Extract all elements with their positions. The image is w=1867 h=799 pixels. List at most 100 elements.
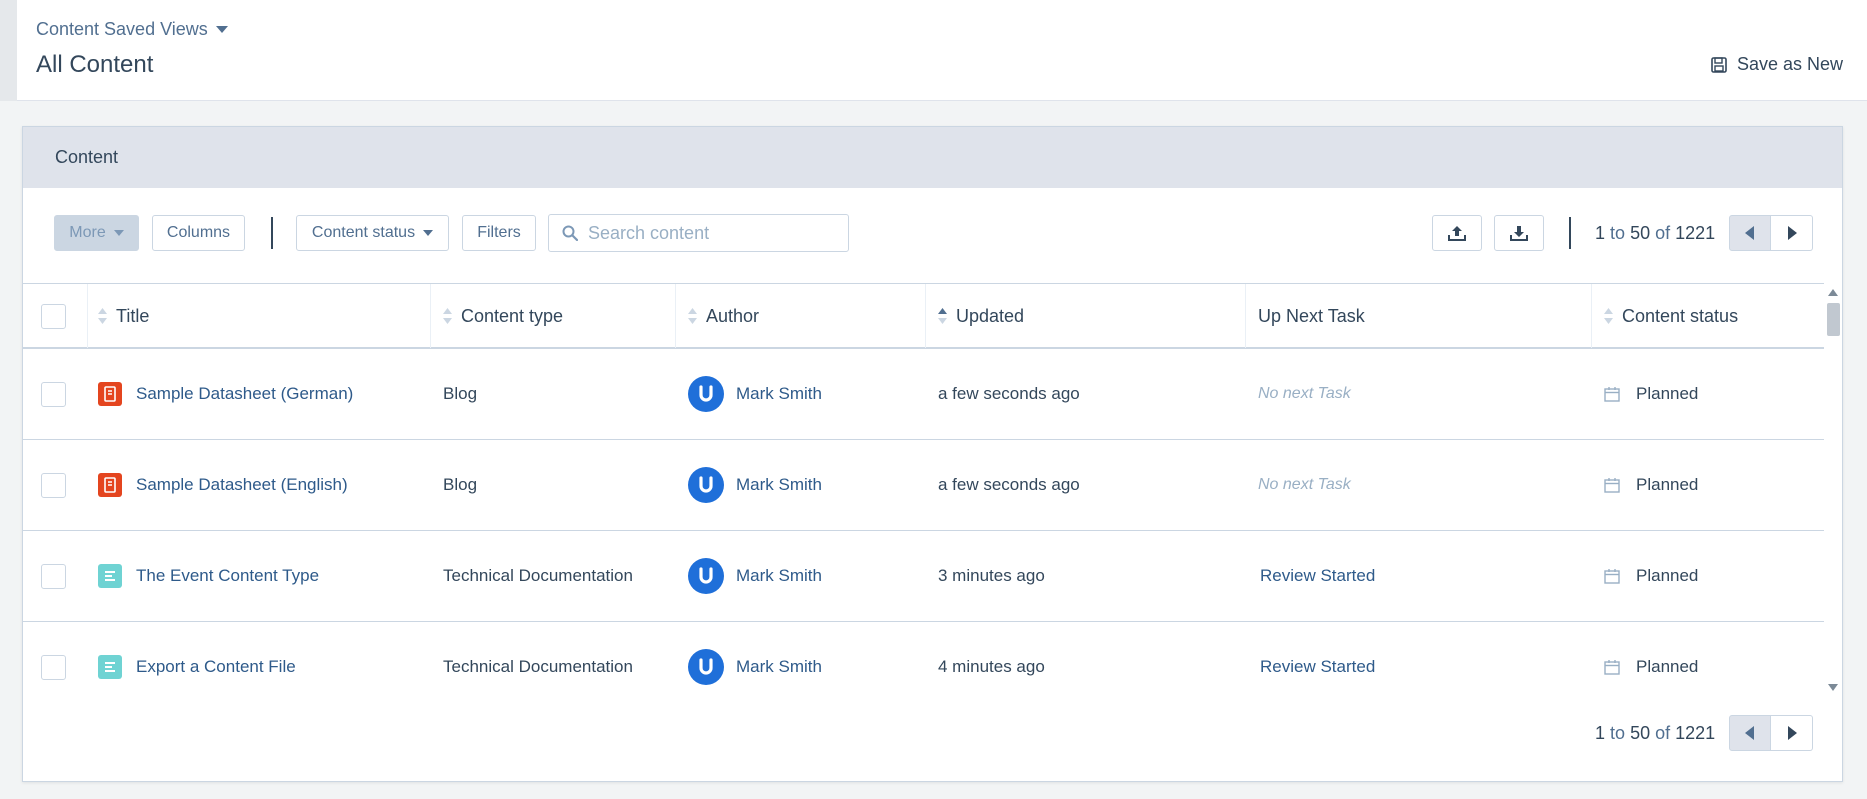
row-checkbox[interactable] (41, 654, 66, 680)
updated-time: a few seconds ago (938, 384, 1080, 403)
datasheet-icon (98, 382, 122, 406)
toolbar-divider (271, 217, 273, 249)
calendar-icon (1604, 569, 1620, 584)
next-task-link[interactable]: Review Started (1260, 657, 1375, 677)
upload-icon (1448, 226, 1466, 241)
document-lines-icon (98, 655, 122, 679)
column-header-content-type[interactable]: Content type (443, 284, 563, 348)
column-header-author[interactable]: Author (688, 284, 759, 348)
more-button[interactable]: More (54, 215, 139, 251)
sort-active-icon (938, 308, 947, 324)
table-scrollbar[interactable] (1824, 283, 1842, 693)
table-row: Sample Datasheet (English) Blog Mark Smi… (23, 440, 1824, 531)
upload-button[interactable] (1432, 215, 1482, 251)
table-row: Sample Datasheet (German) Blog Mark Smit… (23, 349, 1824, 440)
toolbar-divider (1569, 217, 1571, 249)
column-divider (1591, 284, 1592, 348)
author-link[interactable]: Mark Smith (736, 384, 822, 404)
next-page-button[interactable] (1771, 215, 1813, 251)
content-status: Planned (1636, 657, 1699, 676)
calendar-icon (1604, 478, 1620, 493)
row-checkbox[interactable] (41, 472, 66, 498)
calendar-icon (1604, 660, 1620, 675)
save-as-new-label: Save as New (1736, 54, 1843, 74)
scroll-up-arrow-icon[interactable] (1828, 289, 1838, 296)
content-table: Title Content type Author Updated Up Nex… (23, 283, 1824, 713)
updated-time: 3 minutes ago (938, 566, 1045, 585)
chevron-right-icon (1787, 726, 1797, 740)
column-header-updated[interactable]: Updated (938, 284, 1024, 348)
chevron-down-icon (113, 230, 124, 236)
filters-button[interactable]: Filters (462, 215, 536, 251)
select-all-checkbox[interactable] (41, 303, 66, 329)
sort-icon (98, 308, 107, 324)
more-label: More (69, 224, 106, 241)
content-title-link[interactable]: Sample Datasheet (German) (136, 384, 353, 404)
sort-icon (443, 308, 452, 324)
chevron-left-icon (1745, 726, 1754, 740)
sort-icon (1604, 308, 1613, 324)
columns-button[interactable]: Columns (152, 215, 245, 251)
save-icon (1711, 56, 1727, 73)
columns-label: Columns (166, 224, 231, 241)
content-status-dropdown[interactable]: Content status (296, 215, 449, 251)
column-divider (1245, 284, 1246, 348)
content-type: Technical Documentation (443, 566, 633, 585)
avatar (688, 649, 724, 685)
pagination-controls-bottom (1729, 715, 1813, 751)
avatar (688, 376, 724, 412)
column-header-content-status[interactable]: Content status (1604, 284, 1738, 348)
select-all (41, 284, 66, 348)
author-link[interactable]: Mark Smith (736, 475, 822, 495)
chevron-down-icon (423, 230, 434, 236)
content-type: Blog (443, 475, 478, 494)
pagination-summary-bottom: 1 to 50 of 1221 (1595, 723, 1716, 743)
next-task-link[interactable]: Review Started (1260, 566, 1375, 586)
previous-page-button[interactable] (1729, 715, 1771, 751)
left-strip (0, 0, 17, 101)
content-card: Content More Columns Content status Filt… (22, 126, 1843, 782)
document-lines-icon (98, 564, 122, 588)
page-title: All Content (36, 51, 154, 78)
content-status: Planned (1636, 566, 1699, 585)
table-header: Title Content type Author Updated Up Nex… (23, 283, 1824, 349)
download-button[interactable] (1494, 215, 1544, 251)
chevron-right-icon (1787, 226, 1797, 240)
scroll-down-arrow-icon[interactable] (1828, 684, 1838, 691)
scroll-thumb[interactable] (1827, 303, 1840, 336)
datasheet-icon (98, 473, 122, 497)
content-title-link[interactable]: Sample Datasheet (English) (136, 475, 348, 495)
content-status: Planned (1636, 475, 1699, 494)
search-input[interactable] (588, 222, 828, 244)
column-divider (925, 284, 926, 348)
save-as-new-button[interactable]: Save as New (1711, 54, 1843, 75)
search-box (548, 214, 849, 252)
saved-views-dropdown[interactable]: Content Saved Views (36, 19, 228, 40)
previous-page-button[interactable] (1729, 215, 1771, 251)
author-link[interactable]: Mark Smith (736, 566, 822, 586)
pagination-summary: 1 to 50 of 1221 (1595, 223, 1716, 243)
column-divider (675, 284, 676, 348)
content-title-link[interactable]: Export a Content File (136, 657, 296, 677)
column-header-up-next-task: Up Next Task (1258, 305, 1365, 326)
avatar (688, 467, 724, 503)
avatar (688, 558, 724, 594)
updated-time: 4 minutes ago (938, 657, 1045, 676)
card-header: Content (23, 127, 1842, 188)
chevron-down-icon (215, 26, 228, 33)
content-status: Planned (1636, 384, 1699, 403)
column-divider (430, 284, 431, 348)
author-link[interactable]: Mark Smith (736, 657, 822, 677)
filters-label: Filters (477, 224, 521, 241)
download-icon (1510, 226, 1528, 241)
column-header-title[interactable]: Title (98, 284, 149, 348)
next-page-button[interactable] (1771, 715, 1813, 751)
content-title-link[interactable]: The Event Content Type (136, 566, 319, 586)
row-checkbox[interactable] (41, 563, 66, 589)
table-row: Export a Content File Technical Document… (23, 622, 1824, 713)
pagination-controls (1729, 215, 1813, 251)
row-checkbox[interactable] (41, 381, 66, 407)
top-bar: Content Saved Views All Content Save as … (0, 0, 1867, 101)
search-icon (562, 225, 578, 241)
saved-views-label: Content Saved Views (36, 19, 208, 39)
